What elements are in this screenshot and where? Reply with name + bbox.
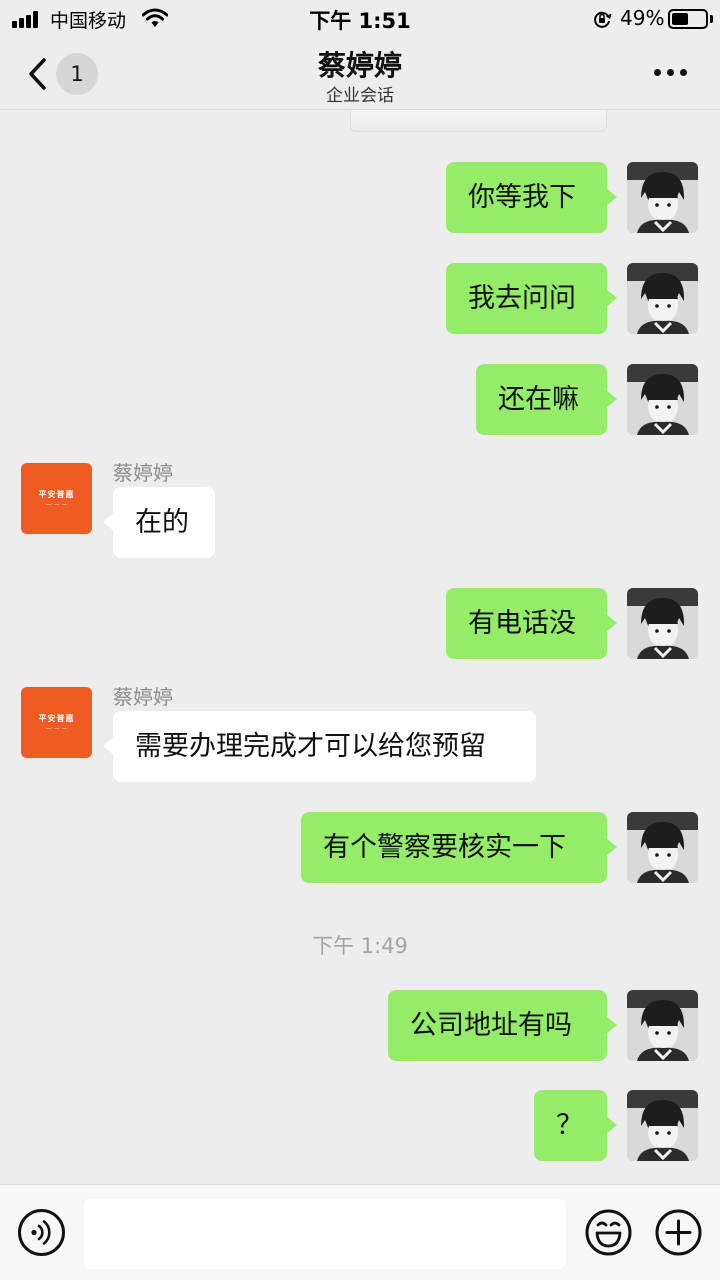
my-message-bubble[interactable]: 我去问问 [446,263,617,334]
message-input[interactable] [84,1199,566,1269]
my-message-bubble[interactable]: 还在嘛 [476,364,617,435]
status-time: 下午 1:51 [309,9,411,33]
my-avatar[interactable] [627,990,698,1061]
battery-fill [672,13,688,25]
my-avatar[interactable] [627,588,698,659]
input-bar [0,1184,720,1280]
my-avatar[interactable] [627,263,698,334]
battery-icon [668,9,708,29]
contact-avatar[interactable]: 平安普惠 — — — [21,687,92,758]
avatar-logo-line: — — — [45,725,68,732]
my-avatar[interactable] [627,812,698,883]
my-message-bubble[interactable]: 公司地址有吗 [388,990,617,1061]
plus-icon[interactable] [655,1209,702,1256]
avatar-logo-text: 平安普惠 [38,714,75,723]
partial-image-message[interactable] [350,110,607,132]
my-message-bubble[interactable]: 你等我下 [446,162,617,233]
emoji-icon[interactable] [585,1209,632,1256]
my-message-bubble[interactable]: 有电话没 [446,588,617,659]
more-dots-icon[interactable] [654,69,688,77]
orientation-lock-icon [594,11,612,28]
avatar-logo-text: 平安普惠 [38,490,75,499]
battery-tip [710,15,713,23]
contact-avatar[interactable]: 平安普惠 — — — [21,463,92,534]
contact-message-bubble[interactable]: 需要办理完成才可以给您预留 [103,711,536,782]
contact-message-bubble[interactable]: 在的 [103,487,215,558]
sender-name: 蔡婷婷 [113,685,173,709]
sender-name: 蔡婷婷 [113,461,173,485]
avatar-logo-line: — — — [45,501,68,508]
message-timestamp: 下午 1:49 [312,934,408,958]
chat-title: 蔡婷婷 [317,49,402,82]
status-bar: 中国移动 下午 1:51 49% [0,0,720,38]
chat-screen: 中国移动 下午 1:51 49% 1 蔡婷婷 企业会话 你等我下 我去问问 还在… [0,0,720,1280]
chat-header: 1 蔡婷婷 企业会话 [0,38,720,110]
battery-percent: 49% [620,6,665,30]
my-avatar[interactable] [627,162,698,233]
my-message-bubble[interactable]: ？ [534,1090,617,1161]
my-message-bubble[interactable]: 有个警察要核实一下 [301,812,617,883]
my-avatar[interactable] [627,364,698,435]
my-avatar[interactable] [627,1090,698,1161]
voice-icon[interactable] [18,1209,65,1256]
chat-subtitle: 企业会话 [326,86,394,106]
